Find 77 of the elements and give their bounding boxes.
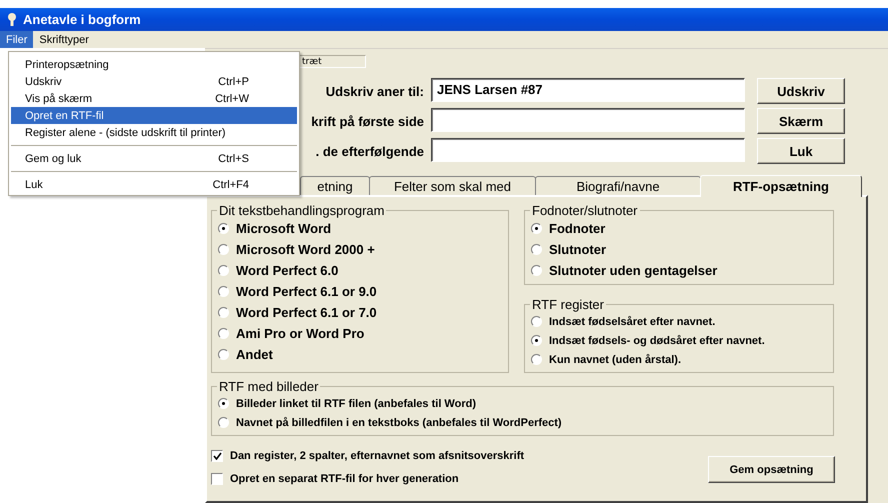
radio-button[interactable] <box>218 307 229 318</box>
window-title: Anetavle i bogform <box>23 12 141 27</box>
option-label: Microsoft Word <box>236 221 332 236</box>
radio-button[interactable] <box>531 265 542 276</box>
radio-option[interactable]: Andet <box>218 344 502 366</box>
radio-option[interactable]: Microsoft Word 2000 + <box>218 239 502 260</box>
menu-item[interactable]: Printeropsætning <box>9 56 299 73</box>
radio-button[interactable] <box>218 286 229 298</box>
radio-option[interactable]: Fodnoter <box>531 218 827 240</box>
input-field[interactable] <box>431 138 745 162</box>
action-button[interactable]: Udskriv <box>757 78 845 104</box>
action-button[interactable]: Skærm <box>757 108 845 134</box>
radio-button[interactable] <box>531 335 542 346</box>
field-label: . de efterfølgende <box>316 144 424 159</box>
action-button[interactable]: Luk <box>757 138 845 164</box>
input-field[interactable]: JENS Larsen #87 <box>431 78 745 102</box>
radio-button[interactable] <box>218 417 229 428</box>
radio-option[interactable]: Navnet på billedfilen i en tekstboks (anbefales til WordPerfect) <box>218 413 827 432</box>
radio-button[interactable] <box>218 349 229 360</box>
option-label: Word Perfect 6.0 <box>236 263 338 278</box>
radio-button[interactable] <box>218 265 229 276</box>
tab[interactable]: RTF-opsætning <box>700 175 862 198</box>
option-label: Slutnoter uden gentagelser <box>549 263 718 278</box>
save-button[interactable]: Gem opsætning <box>708 456 835 484</box>
radio-option[interactable]: Billeder linket til RTF filen (anbefales til Word) <box>218 394 827 414</box>
radio-button[interactable] <box>218 223 229 234</box>
menu-item[interactable]: Vis på skærm Ctrl+W <box>9 90 299 107</box>
pin-icon <box>6 12 18 26</box>
radio-option[interactable]: Slutnoter <box>531 239 827 260</box>
field-label: Udskriv aner til: <box>326 84 424 99</box>
radio-option[interactable]: Indsæt fødsels- og dødsåret efter navnet. <box>531 331 827 350</box>
field-label: krift på første side <box>311 114 424 129</box>
radio-button[interactable] <box>218 398 229 410</box>
checkbox-label: Dan register, 2 spalter, efternavnet som afsnitsoverskrift <box>230 450 524 462</box>
option-label: Fodnoter <box>549 221 606 236</box>
radio-option[interactable]: Indsæt fødselsåret efter navnet. <box>531 312 827 332</box>
option-label: Andet <box>236 347 273 362</box>
tab[interactable]: etning <box>300 176 370 196</box>
radio-option[interactable]: Kun navnet (uden årstal). <box>531 350 827 370</box>
checkbox-label: Opret en separat RTF-fil for hver generation <box>230 472 459 485</box>
option-label: Slutnoter <box>549 242 606 258</box>
radio-button[interactable] <box>531 223 542 234</box>
option-label: Billeder linket til RTF filen (anbefales til Word) <box>236 398 476 410</box>
tab[interactable]: Biografi/navne <box>535 176 701 196</box>
menu-item[interactable]: Register alene - (sidste udskrift til printer) <box>9 124 299 141</box>
radio-option[interactable]: Slutnoter uden gentagelser <box>531 260 827 282</box>
radio-button[interactable] <box>218 244 229 256</box>
option-label: Microsoft Word 2000 + <box>236 242 375 258</box>
group-title: Dit tekstbehandlingsprogram <box>218 203 386 218</box>
group-title: Fodnoter/slutnoter <box>531 203 639 218</box>
checkbox[interactable] <box>211 450 223 462</box>
menu-item[interactable]: Skrifttyper <box>33 30 95 48</box>
group-title: RTF med billeder <box>218 379 320 394</box>
option-label: Indsæt fødselsåret efter navnet. <box>549 316 716 328</box>
radio-option[interactable]: Ami Pro or Word Pro <box>218 323 502 344</box>
checkbox[interactable] <box>211 472 223 485</box>
input-field[interactable] <box>431 108 745 132</box>
option-label: Word Perfect 6.1 or 9.0 <box>236 284 377 300</box>
radio-button[interactable] <box>531 354 542 366</box>
radio-button[interactable] <box>531 244 542 256</box>
radio-button[interactable] <box>531 316 542 328</box>
option-label: Indsæt fødsels- og dødsåret efter navnet. <box>549 334 765 347</box>
option-label: Navnet på billedfilen i en tekstboks (anbefales til WordPerfect) <box>236 416 562 429</box>
menu-item[interactable]: Udskriv Ctrl+P <box>9 73 299 90</box>
radio-button[interactable] <box>218 328 229 340</box>
radio-option[interactable]: Word Perfect 6.1 or 9.0 <box>218 281 502 302</box>
radio-option[interactable]: Word Perfect 6.1 or 7.0 <box>218 302 502 324</box>
option-label: Word Perfect 6.1 or 7.0 <box>236 305 377 320</box>
menu-item[interactable]: Opret en RTF-fil <box>11 107 297 124</box>
option-label: Kun navnet (uden årstal). <box>549 354 682 366</box>
menu-item[interactable]: Filer <box>0 30 34 48</box>
menu-item[interactable]: Luk Ctrl+F4 <box>9 176 299 193</box>
group-title: RTF register <box>531 297 605 312</box>
menu-item[interactable]: Gem og luk Ctrl+S <box>9 150 299 167</box>
radio-option[interactable]: Microsoft Word <box>218 218 502 240</box>
option-label: Ami Pro or Word Pro <box>236 326 364 342</box>
radio-option[interactable]: Word Perfect 6.0 <box>218 260 502 282</box>
